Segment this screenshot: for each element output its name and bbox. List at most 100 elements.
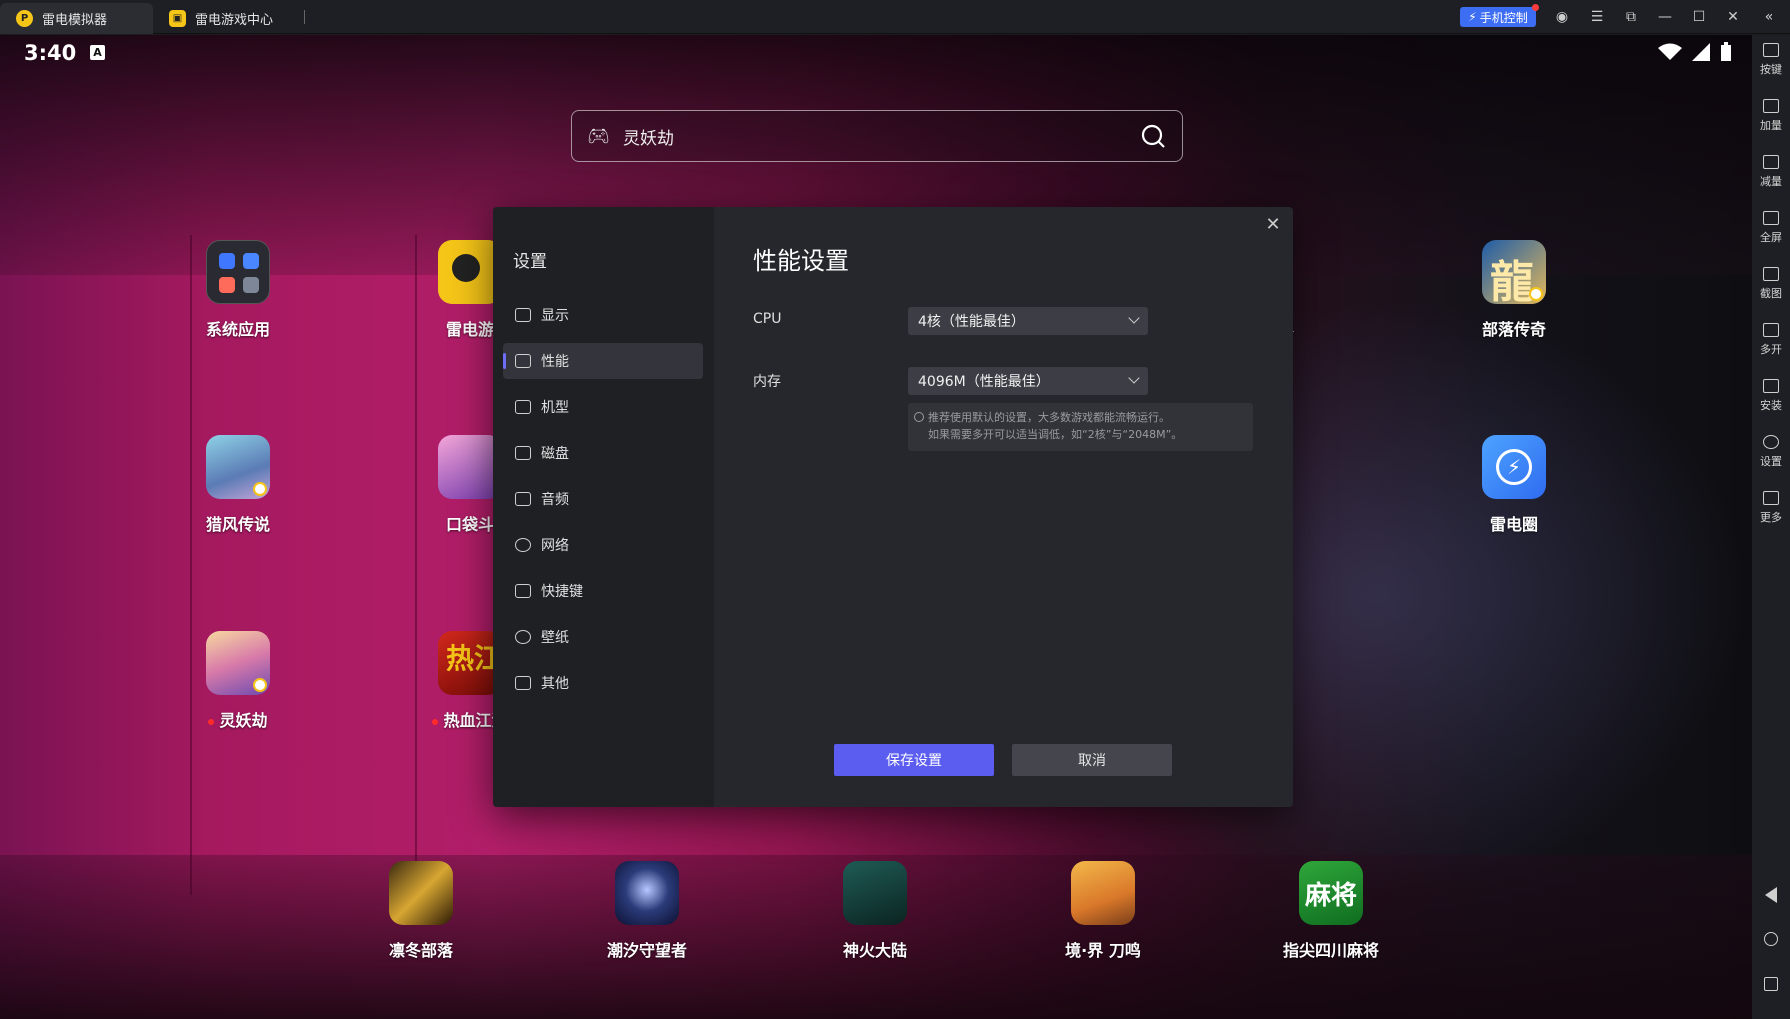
toolbar-screenshot[interactable]: 截图: [1752, 267, 1790, 301]
cpu-value: 4核（性能最佳）: [918, 314, 1025, 330]
dock-app-shenhuo[interactable]: 神火大陆: [805, 861, 945, 961]
dragon-game-icon: 龍: [1482, 240, 1546, 304]
dialog-title: 设置: [513, 252, 547, 272]
keyboard-icon: [515, 584, 531, 598]
dock-app-jingjie[interactable]: 境·界 刀鸣: [1033, 861, 1173, 961]
toolbar-multi-instance[interactable]: 多开: [1752, 323, 1790, 357]
fullscreen-icon: [1763, 211, 1779, 225]
tab-ldplayer[interactable]: P 雷电模拟器: [0, 3, 153, 34]
info-icon: [914, 412, 924, 422]
lightning-icon: ⚡: [1468, 10, 1477, 24]
nav-network[interactable]: 网络: [503, 527, 703, 563]
palette-icon: [515, 630, 531, 644]
close-icon[interactable]: ✕: [1263, 215, 1283, 235]
app-label: 神火大陆: [842, 941, 907, 960]
app-buluo-chuanqi[interactable]: 龍 部落传奇: [1444, 240, 1584, 340]
status-time: 3:40: [24, 41, 77, 65]
toolbar-volume-up[interactable]: 加量: [1752, 99, 1790, 133]
volume-up-icon: [1763, 99, 1779, 113]
emulator-window: P 雷电模拟器 ▣ 雷电游戏中心 ⚡ 手机控制 ◉ ☰ ⧉ — ☐ ✕ « 3:…: [0, 0, 1790, 1019]
more-icon: [1763, 491, 1779, 505]
ld-badge-icon: [253, 482, 267, 496]
cpu-select[interactable]: 4核（性能最佳）: [908, 307, 1148, 335]
app-lingyaojie[interactable]: 灵妖劫: [168, 631, 308, 731]
new-dot: [432, 718, 439, 725]
globe-icon: [515, 538, 531, 552]
settings-nav: 设置 显示 性能 机型 磁盘 音频 网络 快捷键 壁纸 其他: [493, 207, 714, 807]
gear-icon: [1763, 435, 1779, 449]
phone-control-button[interactable]: ⚡ 手机控制: [1460, 4, 1539, 27]
toolbar-keymap[interactable]: 按键: [1752, 43, 1790, 77]
toolbar-more[interactable]: 更多: [1752, 491, 1790, 525]
memory-select[interactable]: 4096M（性能最佳）: [908, 367, 1148, 395]
search-bar[interactable]: 🎮︎ 灵妖劫: [571, 110, 1183, 162]
app-leidian-quan[interactable]: ⚡ 雷电圈: [1444, 435, 1584, 535]
user-icon[interactable]: ◉: [1553, 8, 1571, 26]
right-toolbar: 按键 加量 减量 全屏 截图 多开 安装 设置 更多: [1752, 35, 1790, 1019]
nav-display[interactable]: 显示: [503, 297, 703, 333]
dock-app-majiang[interactable]: 麻将 指尖四川麻将: [1261, 861, 1401, 961]
gamepad-icon: ▣: [169, 10, 186, 27]
status-a-icon: A: [90, 45, 105, 60]
tip-line: 推荐使用默认的设置，大多数游戏都能流畅运行。: [928, 411, 1170, 424]
game-icon: [1071, 861, 1135, 925]
app-label: 指尖四川麻将: [1282, 941, 1379, 960]
lightning-circle-icon: ⚡: [1482, 435, 1546, 499]
app-label: 系统应用: [205, 320, 270, 339]
toolbar-settings[interactable]: 设置: [1752, 435, 1790, 469]
grid-icon: [515, 676, 531, 690]
nav-wallpaper[interactable]: 壁纸: [503, 619, 703, 655]
home-icon[interactable]: [1764, 932, 1778, 946]
nav-audio[interactable]: 音频: [503, 481, 703, 517]
save-button[interactable]: 保存设置: [834, 744, 994, 776]
toolbar-install[interactable]: 安装: [1752, 379, 1790, 413]
settings-dialog: 设置 显示 性能 机型 磁盘 音频 网络 快捷键 壁纸 其他 ✕ 性能设置 CP…: [493, 207, 1293, 807]
game-icon: [206, 435, 270, 499]
multi-instance-icon: [1763, 323, 1779, 337]
maximize-icon[interactable]: ☐: [1690, 8, 1708, 26]
minimize-icon[interactable]: —: [1656, 8, 1674, 26]
toolbar-volume-down[interactable]: 减量: [1752, 155, 1790, 189]
cancel-button[interactable]: 取消: [1012, 744, 1172, 776]
dock-app-chaoxi[interactable]: 潮汐守望者: [577, 861, 717, 961]
app-label: 境·界 刀鸣: [1065, 941, 1141, 960]
nav-performance[interactable]: 性能: [503, 343, 703, 379]
app-label: 凛冬部落: [388, 941, 453, 960]
folder-icon: [206, 240, 270, 304]
nav-model[interactable]: 机型: [503, 389, 703, 425]
nav-shortcuts[interactable]: 快捷键: [503, 573, 703, 609]
recents-icon[interactable]: [1764, 977, 1778, 991]
back-icon[interactable]: [1765, 887, 1777, 903]
restore-window-icon[interactable]: ⧉: [1622, 8, 1640, 26]
ldplayer-logo-icon: P: [16, 10, 33, 27]
section-title: 性能设置: [753, 247, 849, 275]
gamepad-icon: 🎮︎: [587, 126, 610, 147]
menu-icon[interactable]: ☰: [1588, 8, 1606, 26]
game-icon: [615, 861, 679, 925]
nav-disk[interactable]: 磁盘: [503, 435, 703, 471]
app-label: 部落传奇: [1481, 320, 1546, 339]
monitor-icon: [515, 308, 531, 322]
phone-control-label: 手机控制: [1479, 10, 1528, 25]
chevron-down-icon: [1128, 312, 1140, 324]
search-icon[interactable]: [1140, 123, 1166, 149]
dock-app-lindong[interactable]: 凛冬部落: [351, 861, 491, 961]
disk-icon: [515, 446, 531, 460]
cpu-label: CPU: [753, 311, 782, 327]
nav-other[interactable]: 其他: [503, 665, 703, 701]
app-liefeng[interactable]: 猎风传说: [168, 435, 308, 535]
collapse-sidebar-icon[interactable]: «: [1760, 8, 1778, 26]
app-label: 猎风传说: [205, 515, 270, 534]
memory-value: 4096M（性能最佳）: [918, 374, 1050, 390]
tab-game-center[interactable]: ▣ 雷电游戏中心: [153, 3, 303, 34]
app-system-apps[interactable]: 系统应用: [168, 240, 308, 340]
tab-label: 雷电模拟器: [42, 13, 108, 28]
toolbar-fullscreen[interactable]: 全屏: [1752, 211, 1790, 245]
chevron-down-icon: [1128, 372, 1140, 384]
performance-icon: [515, 354, 531, 368]
app-label: 灵妖劫: [168, 707, 308, 731]
audio-icon: [515, 492, 531, 506]
volume-down-icon: [1763, 155, 1779, 169]
search-input[interactable]: 灵妖劫: [623, 124, 674, 149]
close-icon[interactable]: ✕: [1724, 8, 1742, 26]
